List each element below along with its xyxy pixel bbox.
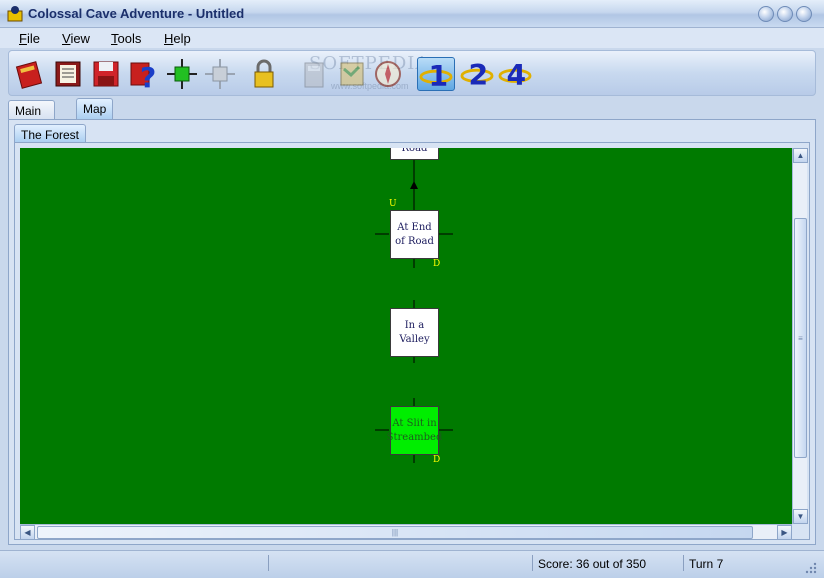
minimize-button[interactable] xyxy=(758,6,774,22)
level-1-icon: 1 xyxy=(419,60,453,93)
svg-text:?: ? xyxy=(140,61,156,91)
scroll-left-arrow-icon[interactable]: ◀ xyxy=(20,525,35,540)
tab-map[interactable]: Map xyxy=(76,98,114,120)
room-at-end-of-road[interactable]: At End of Road xyxy=(390,210,439,259)
scroll-right-arrow-icon[interactable]: ▶ xyxy=(777,525,792,540)
level-4-icon: 4 xyxy=(498,59,532,92)
map-scroll-icon[interactable] xyxy=(335,57,369,91)
turn-status: Turn 7 xyxy=(689,557,724,571)
help-question-icon[interactable]: ? xyxy=(127,57,161,91)
close-button[interactable] xyxy=(796,6,812,22)
padlock-icon[interactable] xyxy=(247,57,281,91)
room-at-slit-in-streambed[interactable]: At Slit in Streambed xyxy=(387,406,442,455)
resize-grip-icon[interactable] xyxy=(804,561,818,575)
level-1-label: 1 xyxy=(428,60,448,90)
floppy-disk-icon[interactable] xyxy=(89,57,123,91)
map-area: Road At End of Road In a Valley At Slit … xyxy=(14,142,810,540)
window-title: Colossal Cave Adventure - Untitled xyxy=(28,6,245,21)
exit-label-up: U xyxy=(389,199,397,209)
calculator-icon[interactable] xyxy=(297,57,331,91)
map-panel: The Forest Road At End of Road In a Vall… xyxy=(8,119,816,545)
red-book-icon[interactable] xyxy=(13,57,47,91)
menu-view[interactable]: View xyxy=(62,31,90,46)
compass-icon[interactable] xyxy=(371,57,405,91)
status-divider xyxy=(683,555,684,571)
menu-bar: File View Tools Help xyxy=(0,28,824,48)
green-connector-icon[interactable] xyxy=(165,57,199,91)
scroll-down-arrow-icon[interactable]: ▼ xyxy=(793,509,808,524)
menu-help[interactable]: Help xyxy=(164,31,191,46)
vertical-scroll-thumb[interactable]: ≡ xyxy=(794,218,807,458)
tab-main-game[interactable]: Main Game xyxy=(8,100,55,132)
status-divider xyxy=(268,555,269,571)
gray-connector-icon[interactable] xyxy=(203,57,237,91)
level-2-label: 2 xyxy=(469,59,489,89)
connection-arrow xyxy=(410,181,418,189)
level-2-button[interactable]: 2 xyxy=(459,57,497,92)
map-canvas[interactable]: Road At End of Road In a Valley At Slit … xyxy=(20,148,792,524)
vertical-scrollbar[interactable]: ▲ ≡ ▼ xyxy=(792,148,808,524)
level-4-label: 4 xyxy=(507,59,527,89)
level-1-button[interactable]: 1 xyxy=(417,57,455,93)
horizontal-scroll-thumb[interactable]: ||| xyxy=(37,526,753,539)
exit-label-down: D xyxy=(433,455,441,465)
exit-label-down: D xyxy=(433,259,441,269)
tab-the-forest[interactable]: The Forest xyxy=(14,124,87,143)
status-bar: Score: 36 out of 350 Turn 7 xyxy=(0,550,824,578)
scroll-up-arrow-icon[interactable]: ▲ xyxy=(793,148,808,163)
menu-file[interactable]: File xyxy=(19,31,40,46)
toolbar: SOFTPEDIA www.softpedia.com ? 1 2 4 xyxy=(8,50,816,96)
open-book-icon[interactable] xyxy=(51,57,85,91)
level-4-button[interactable]: 4 xyxy=(497,57,535,92)
horizontal-scrollbar[interactable]: ◀ ||| ▶ xyxy=(20,524,792,540)
maximize-button[interactable] xyxy=(777,6,793,22)
title-bar: Colossal Cave Adventure - Untitled xyxy=(0,0,824,28)
room-in-a-valley[interactable]: In a Valley xyxy=(390,308,439,357)
app-icon xyxy=(7,6,23,22)
level-2-icon: 2 xyxy=(460,59,494,92)
menu-tools[interactable]: Tools xyxy=(111,31,141,46)
score-status: Score: 36 out of 350 xyxy=(538,557,647,571)
status-divider xyxy=(532,555,533,571)
room-road[interactable]: Road xyxy=(390,148,439,160)
